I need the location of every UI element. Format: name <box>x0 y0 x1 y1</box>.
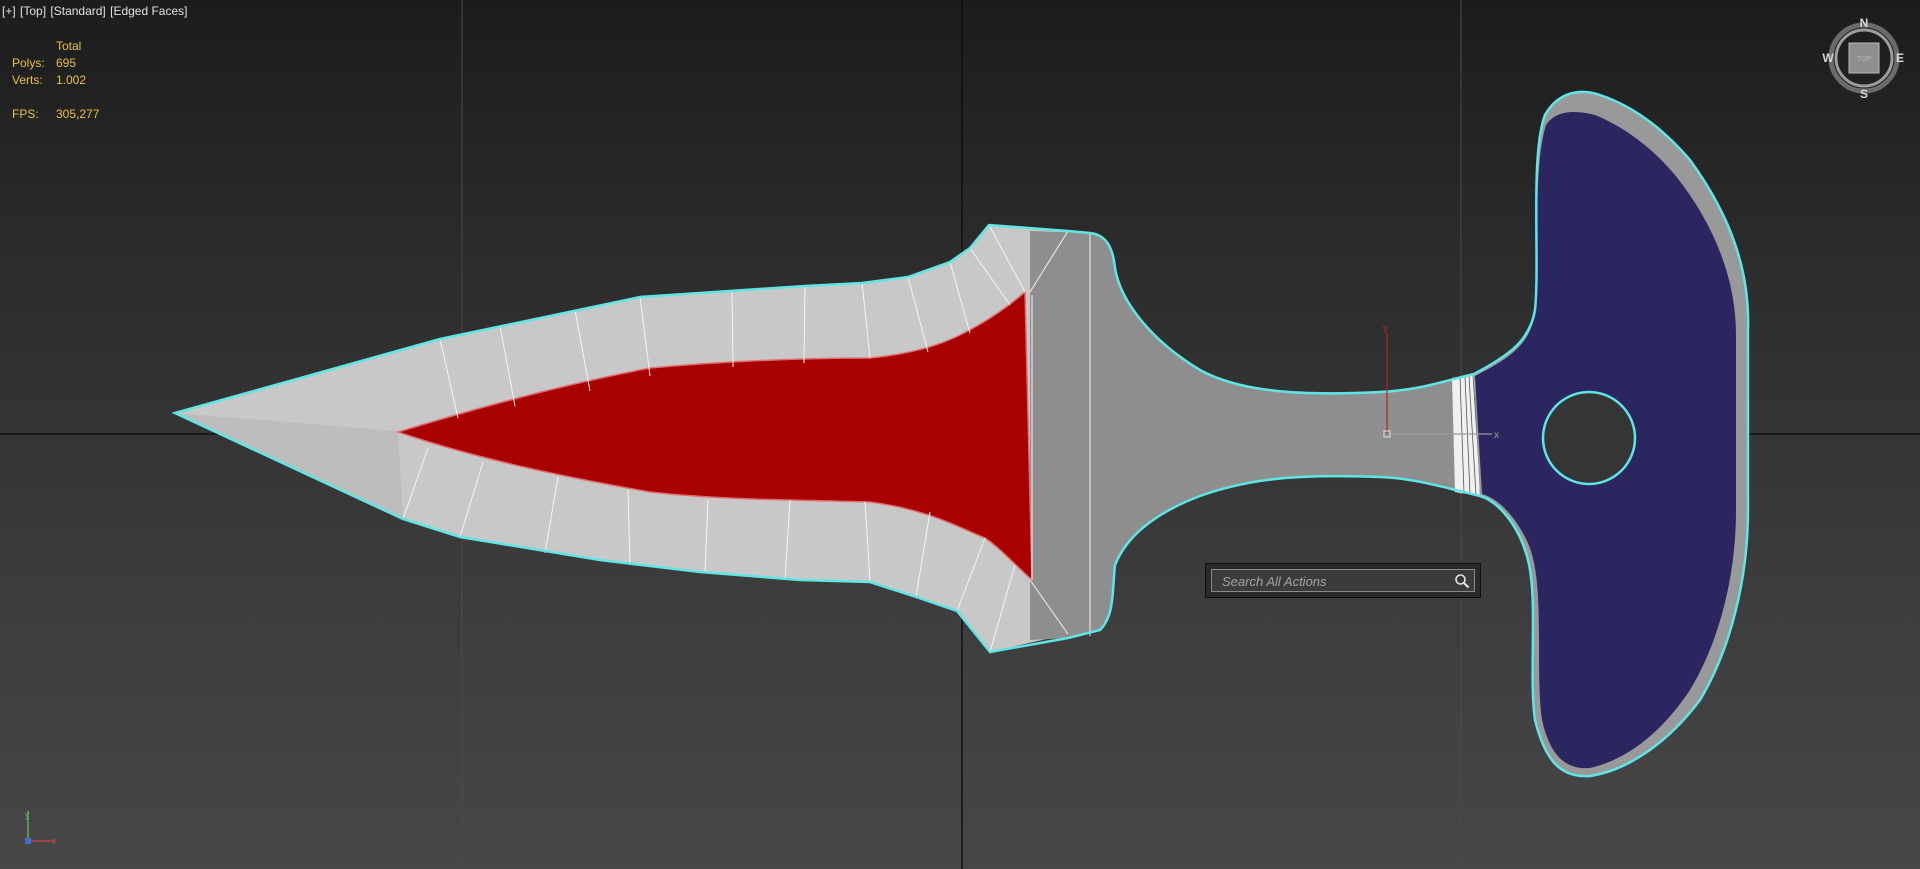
compass-south[interactable]: S <box>1860 87 1868 101</box>
stats-header: Total <box>56 39 82 53</box>
polys-value: 695 <box>56 56 77 70</box>
gizmo-x-label: x <box>1494 430 1499 441</box>
viewport-shading-style-menu[interactable]: [Standard] <box>50 4 105 18</box>
compass-east[interactable]: E <box>1896 51 1904 65</box>
verts-value: 1.002 <box>56 73 87 87</box>
viewport-canvas[interactable]: y x TOP N S W E y x <box>0 0 1920 869</box>
compass-north[interactable]: N <box>1860 16 1869 30</box>
viewport-general-menu[interactable]: [+] <box>2 4 16 18</box>
polys-label: Polys: <box>12 56 45 70</box>
search-icon[interactable] <box>1454 573 1470 589</box>
search-field-frame <box>1211 569 1475 593</box>
finger-hole <box>1541 390 1637 486</box>
viewcube-face-label: TOP <box>1857 56 1872 63</box>
search-actions-input[interactable] <box>1212 570 1446 593</box>
viewport-view-menu[interactable]: [Top] <box>20 4 46 18</box>
tripod-x-label: x <box>52 836 57 846</box>
axis-tripod: y x <box>25 810 57 846</box>
viewport-label-menu: [+] [Top] [Standard] [Edged Faces] <box>2 4 189 18</box>
gizmo-y-label: y <box>1383 323 1388 334</box>
compass-west[interactable]: W <box>1822 51 1834 65</box>
verts-label: Verts: <box>12 73 43 87</box>
search-all-actions-panel <box>1205 563 1481 598</box>
fps-label: FPS: <box>12 107 39 121</box>
fps-value: 305,277 <box>56 107 100 121</box>
statistics-overlay: Total Polys: 695 Verts: 1.002 FPS: 305,277 <box>12 38 99 123</box>
viewcube[interactable]: TOP N S W E <box>1822 16 1904 101</box>
viewport-shading-mode-menu[interactable]: [Edged Faces] <box>110 4 187 18</box>
tripod-y-label: y <box>25 810 30 820</box>
